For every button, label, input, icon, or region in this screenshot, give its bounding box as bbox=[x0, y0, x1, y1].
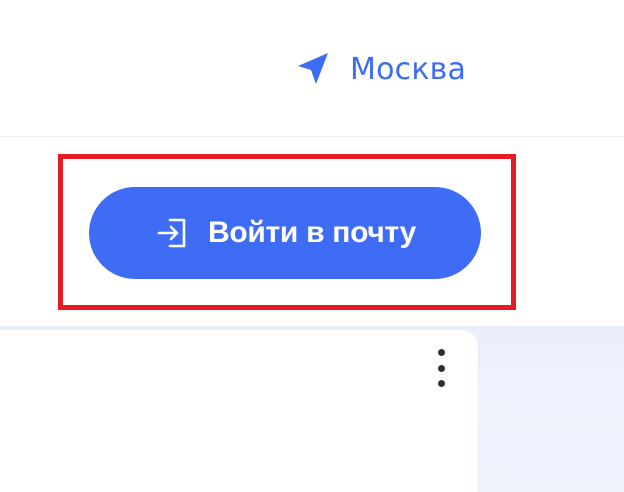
location-selector[interactable]: Москва bbox=[292, 48, 466, 90]
menu-dot bbox=[437, 364, 445, 372]
location-label: Москва bbox=[350, 51, 467, 87]
page: Москва Войти в почту bbox=[0, 0, 624, 492]
more-vertical-icon[interactable] bbox=[428, 343, 454, 393]
header-bar: Москва bbox=[0, 0, 624, 137]
login-enter-icon bbox=[157, 218, 186, 248]
navigation-arrow-icon bbox=[298, 53, 328, 84]
menu-dot bbox=[437, 349, 445, 356]
content-card bbox=[0, 330, 478, 492]
login-button-label: Войти в почту bbox=[207, 216, 417, 249]
login-mail-button[interactable]: Войти в почту bbox=[89, 187, 481, 279]
menu-dot bbox=[437, 380, 445, 387]
